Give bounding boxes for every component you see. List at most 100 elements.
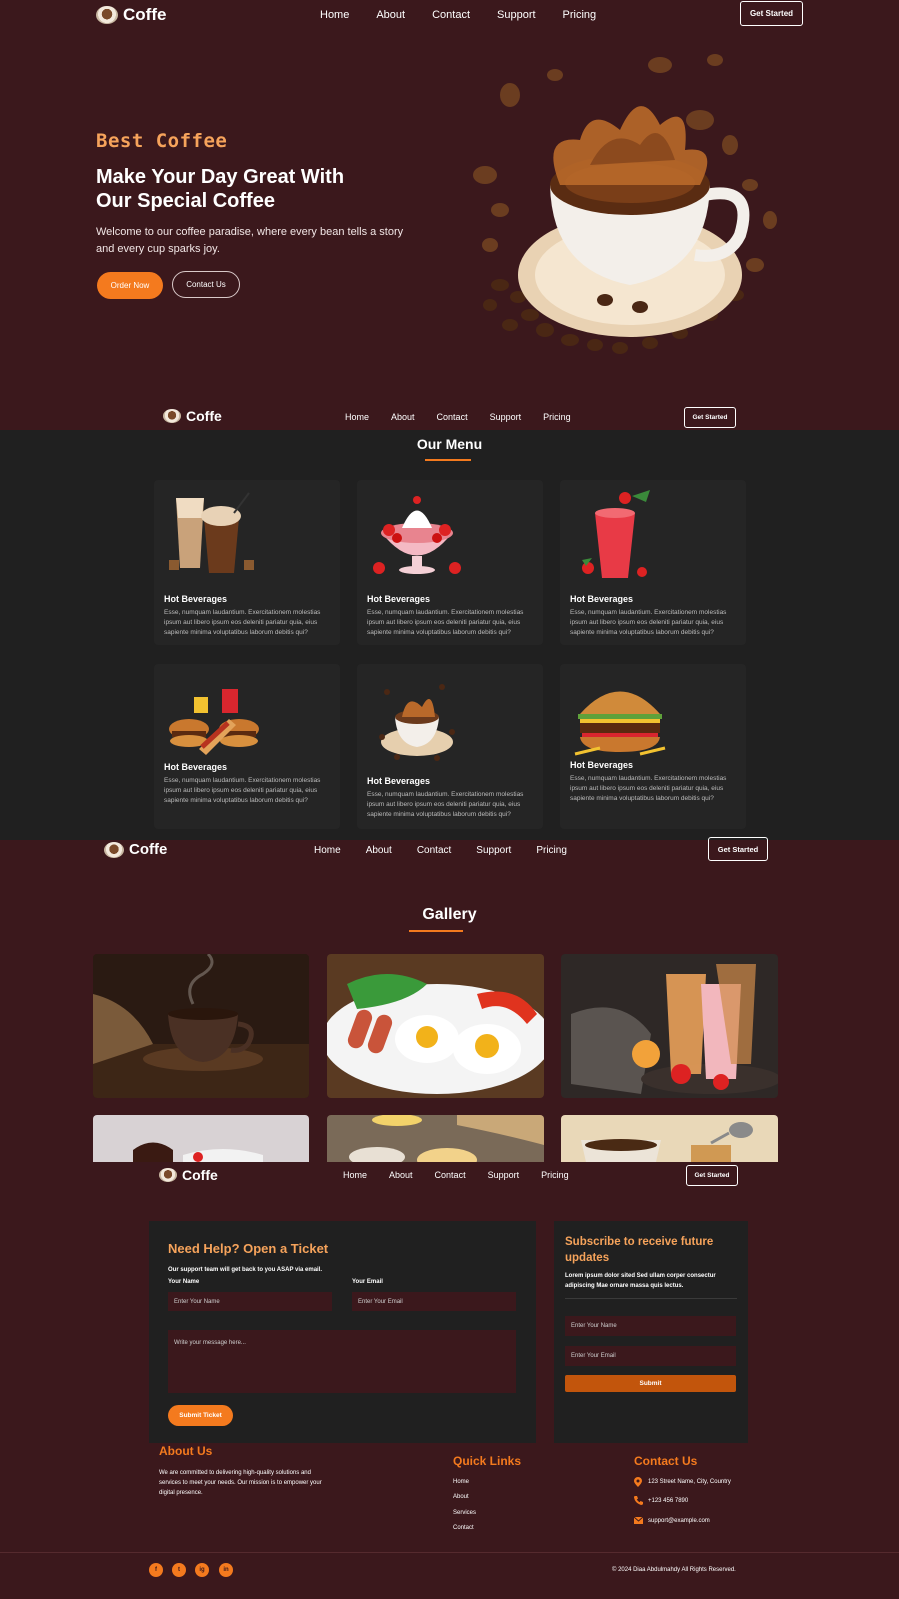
nav-links: Home About Contact Support Pricing [320,9,596,21]
gallery-image-coffee-cup[interactable] [93,954,309,1098]
coffee-cup-icon [104,841,124,858]
nav-link-support[interactable]: Support [490,412,522,422]
footer-contact-title: Contact Us [634,1454,698,1468]
twitter-icon[interactable]: t [172,1563,186,1577]
subscribe-title-line2: updates [565,1252,610,1264]
nav-link-home[interactable]: Home [343,1170,367,1180]
menu-card[interactable]: Hot Beverages Esse, numquam laudantium. … [154,480,340,645]
gallery-title: Gallery [422,906,477,923]
get-started-button[interactable]: Get Started [686,1165,738,1186]
menu-card[interactable]: Hot Beverages Esse, numquam laudantium. … [560,480,746,645]
menu-card[interactable]: Hot Beverages Esse, numquam laudantium. … [154,664,340,829]
subscribe-text: Lorem ipsum dolor sited Sed ullam corper… [565,1271,716,1291]
nav-link-home[interactable]: Home [345,412,369,422]
email-icon [634,1517,643,1524]
hero-title-line1: Make Your Day Great With [96,166,345,188]
nav-link-home[interactable]: Home [320,9,349,21]
hero-text-line1: Welcome to our coffee paradise, where ev… [96,226,404,238]
menu-card-title: Hot Beverages [367,776,431,786]
nav-link-contact[interactable]: Contact [437,412,468,422]
ticket-title: Need Help? Open a Ticket [168,1241,329,1256]
top-nav: Coffe Home About Contact Support Pricing… [0,0,899,30]
nav-links: Home About Contact Support Pricing [314,845,567,856]
gallery-image-tea-honey[interactable] [561,1115,778,1162]
menu-card-text: Esse, numquam laudantium. Exercitationem… [164,777,321,804]
menu-card-text: Esse, numquam laudantium. Exercitationem… [570,609,727,636]
ticket-name-input[interactable]: Enter Your Name [168,1292,332,1311]
nav-link-about[interactable]: About [391,412,415,422]
footer-link-services[interactable]: Services [453,1510,476,1516]
menu-card[interactable]: Hot Beverages Esse, numquam laudantium. … [357,480,543,645]
nav-links: Home About Contact Support Pricing [345,412,571,422]
coffee-cup-icon [163,409,181,423]
gallery-image-bowls[interactable] [327,1115,544,1162]
nav-link-contact[interactable]: Contact [435,1170,466,1180]
footer-copyright: © 2024 Diaa Abdulmahdy All Rights Reserv… [612,1567,736,1573]
gallery-image-breakfast[interactable] [327,954,544,1098]
subscribe-title: Subscribe to receive future updates [565,1234,713,1266]
subscribe-submit-button[interactable]: Submit [565,1375,736,1392]
linkedin-icon[interactable]: in [219,1563,233,1577]
brand-name: Coffe [186,408,222,424]
footer-divider [0,1552,899,1553]
nav-link-support[interactable]: Support [488,1170,520,1180]
menu-card-title: Hot Beverages [164,594,228,604]
ticket-panel: Need Help? Open a Ticket Our support tea… [149,1221,536,1443]
menu-title: Our Menu [416,436,483,452]
nav-links: Home About Contact Support Pricing [343,1170,569,1180]
nav-link-contact[interactable]: Contact [432,9,470,21]
menu-card[interactable]: Hot Beverages Esse, numquam laudantium. … [357,664,543,829]
menu-card-text: Esse, numquam laudantium. Exercitationem… [367,791,524,818]
footer-address: 123 Street Name, City, Country [648,1479,731,1485]
brand-logo[interactable]: Coffe [104,841,167,858]
order-now-button[interactable]: Order Now [97,272,163,299]
hero-text: Welcome to our coffee paradise, where ev… [96,224,403,258]
nav-link-pricing[interactable]: Pricing [541,1170,569,1180]
nav-link-support[interactable]: Support [497,9,536,21]
iced-coffee-image [169,492,254,573]
gallery-image-smoothies[interactable] [561,954,778,1098]
hero-title: Make Your Day Great With Our Special Cof… [96,165,344,213]
coffee-cup-image [379,684,455,761]
nav-link-pricing[interactable]: Pricing [536,845,567,856]
menu-title-underline [425,459,471,461]
footer-about-line2: services to meet your needs. Our mission… [159,1480,322,1486]
subscribe-divider [565,1298,737,1299]
phone-icon [634,1496,643,1505]
menu-card-text: Esse, numquam laudantium. Exercitationem… [570,775,727,802]
footer-link-about[interactable]: About [453,1494,469,1500]
brand-logo[interactable]: Coffe [159,1167,218,1183]
instagram-icon[interactable]: ig [195,1563,209,1577]
footer-link-home[interactable]: Home [453,1479,469,1485]
menu-card[interactable]: Hot Beverages Esse, numquam laudantium. … [560,664,746,829]
nav-link-pricing[interactable]: Pricing [543,412,571,422]
nav-link-about[interactable]: About [389,1170,413,1180]
nav-link-pricing[interactable]: Pricing [563,9,597,21]
nav-link-support[interactable]: Support [476,845,511,856]
get-started-button[interactable]: Get Started [684,407,736,428]
contact-us-button[interactable]: Contact Us [172,271,240,298]
facebook-icon[interactable]: f [149,1563,163,1577]
subscribe-email-input[interactable]: Enter Your Email [565,1346,736,1366]
subscribe-title-line1: Subscribe to receive future [565,1236,714,1248]
get-started-button[interactable]: Get Started [708,837,768,861]
email-label: Your Email [352,1279,383,1285]
menu-nav: Coffe Home About Contact Support Pricing… [0,403,899,433]
brand-logo[interactable]: Coffe [163,408,222,424]
footer-link-contact[interactable]: Contact [453,1525,474,1531]
brand-logo[interactable]: Coffe [96,5,166,25]
gallery-title-underline [409,930,463,932]
nav-link-about[interactable]: About [376,9,405,21]
burger-hotdog-image [169,689,259,755]
get-started-button[interactable]: Get Started [740,1,803,26]
ticket-email-input[interactable]: Enter Your Email [352,1292,516,1311]
gallery-image-tea-breakfast[interactable] [93,1115,309,1162]
menu-card-title: Hot Beverages [164,762,228,772]
nav-link-contact[interactable]: Contact [417,845,451,856]
submit-ticket-button[interactable]: Submit Ticket [168,1405,233,1426]
subscribe-name-input[interactable]: Enter Your Name [565,1316,736,1336]
ticket-message-textarea[interactable]: Write your message here... [168,1330,516,1393]
menu-card-title: Hot Beverages [570,760,634,770]
nav-link-about[interactable]: About [366,845,392,856]
nav-link-home[interactable]: Home [314,845,341,856]
